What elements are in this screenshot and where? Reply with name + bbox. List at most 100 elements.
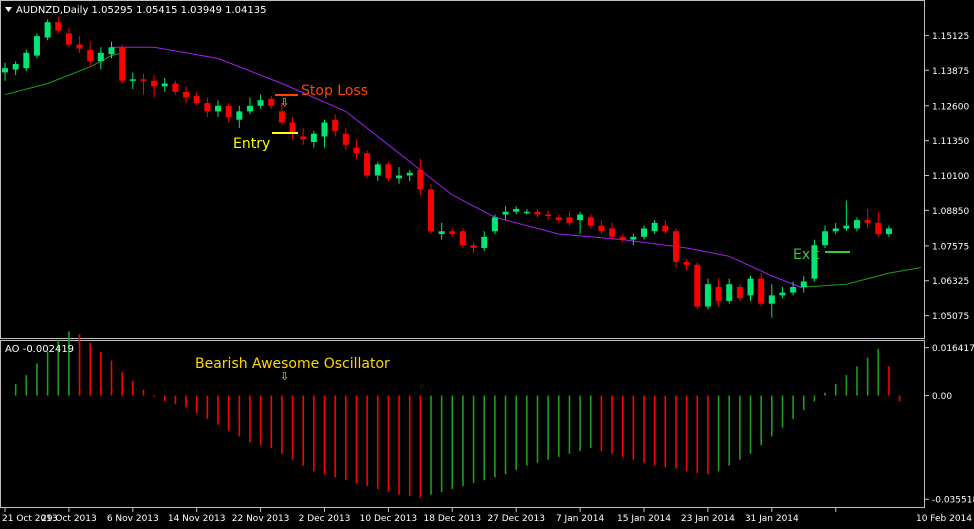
date-tick-label: 2 Dec 2013: [299, 514, 351, 524]
candle-body: [619, 236, 626, 240]
candle-body: [129, 79, 136, 81]
candle-body: [172, 83, 179, 92]
candle-body: [140, 79, 147, 81]
candle-body: [44, 22, 51, 38]
candle-body: [236, 111, 243, 120]
exit-label: Exit: [793, 247, 820, 263]
candle-body: [204, 103, 211, 112]
price-tick-label: 1.13875: [932, 67, 969, 77]
date-tick-label: 18 Dec 2013: [424, 514, 482, 524]
candle-body: [502, 211, 509, 215]
candle-body: [566, 217, 573, 223]
candle-body: [779, 292, 786, 296]
candle-body: [459, 231, 466, 246]
price-tick-label: 1.12600: [932, 102, 969, 112]
date-tick-label: 27 Dec 2013: [487, 514, 545, 524]
candle-body: [161, 83, 168, 87]
candle-body: [332, 119, 339, 131]
candle-body: [747, 278, 754, 296]
symbol-header: AUDNZD,Daily 1.05295 1.05415 1.03949 1.0…: [16, 5, 267, 16]
candle-body: [449, 231, 456, 235]
ao-arrow-icon: ⇩: [280, 370, 289, 383]
candle-body: [662, 225, 669, 232]
candle-body: [12, 63, 19, 70]
candle-body: [342, 133, 349, 145]
candle-body: [555, 217, 562, 221]
stop-loss-label: Stop Loss: [301, 83, 368, 99]
candle-body: [726, 284, 733, 301]
candle-body: [87, 50, 94, 62]
candle-body: [97, 52, 104, 62]
date-tick-label: 23 Jan 2014: [681, 514, 735, 524]
candle-body: [151, 80, 158, 87]
ao-header: AO -0.002419: [5, 344, 74, 355]
candle-body: [534, 211, 541, 215]
candle-body: [587, 217, 594, 226]
price-tick-label: 1.07575: [932, 242, 969, 252]
candle-body: [257, 100, 264, 106]
price-tick-label: 1.11350: [932, 137, 969, 147]
candle-body: [23, 52, 30, 69]
price-tick-label: 1.15125: [932, 32, 969, 42]
candle-body: [832, 228, 839, 232]
price-tick-label: 1.10100: [932, 172, 969, 182]
candle-body: [406, 172, 413, 176]
ao-note-label: Bearish Awesome Oscillator: [195, 356, 390, 372]
date-tick-label: 29 Oct 2013: [41, 514, 97, 524]
candle-body: [715, 287, 722, 301]
date-tick-label: 15 Jan 2014: [617, 514, 671, 524]
candle-body: [76, 44, 83, 49]
candle-body: [768, 295, 775, 304]
candle-body: [843, 225, 850, 229]
candle-body: [385, 164, 392, 179]
price-tick-label: 1.05075: [932, 312, 969, 322]
candle-body: [672, 231, 679, 262]
candle-body: [65, 33, 72, 45]
candle-body: [246, 105, 253, 112]
candle-body: [854, 220, 860, 229]
candle-body: [428, 189, 434, 232]
candle-body: [55, 22, 62, 31]
candle-body: [364, 153, 371, 176]
candle-body: [875, 222, 882, 235]
chart-window: 1.15125 1.13875 1.12600 1.11350 1.10100 1.088…: [0, 0, 974, 529]
candle-body: [598, 225, 605, 232]
candle-body: [2, 68, 8, 73]
candle-body: [438, 231, 445, 235]
candle-body: [396, 175, 403, 179]
candle-body: [694, 264, 701, 307]
candle-body: [119, 47, 126, 81]
candle-body: [278, 111, 285, 123]
candle-body: [641, 228, 647, 237]
chart-background: [0, 0, 974, 525]
stop-arrow-icon: ⇩: [280, 96, 289, 109]
ao-tick-label: 0.00: [932, 392, 952, 402]
candle-body: [481, 236, 488, 248]
candle-body: [353, 147, 360, 154]
date-tick-label: 7 Jan 2014: [556, 514, 604, 524]
candle-body: [310, 133, 317, 143]
date-tick-label: 10 Dec 2013: [360, 514, 418, 524]
ao-tick-label: -0.035518: [932, 496, 974, 506]
candle-body: [33, 36, 40, 56]
candle-body: [491, 217, 498, 232]
ao-tick-label: 0.016417: [932, 344, 974, 354]
candle-body: [470, 245, 477, 248]
price-tick-label: 1.08850: [932, 207, 969, 217]
candle-body: [374, 164, 381, 176]
candle-body: [577, 214, 584, 221]
candle-body: [864, 220, 871, 223]
candle-body: [822, 231, 829, 246]
price-tick-label: 1.06325: [932, 277, 969, 287]
candle-body: [215, 105, 221, 112]
candle-body: [321, 122, 328, 137]
candle-body: [630, 236, 637, 240]
candle-body: [523, 211, 530, 214]
date-tick-label: 22 Nov 2013: [232, 514, 290, 524]
candle-body: [513, 208, 520, 212]
candle-body: [704, 284, 711, 307]
candle-body: [609, 228, 616, 237]
candle-body: [758, 278, 765, 304]
candle-body: [108, 47, 115, 55]
date-tick-label: 10 Feb 2014: [916, 514, 972, 524]
